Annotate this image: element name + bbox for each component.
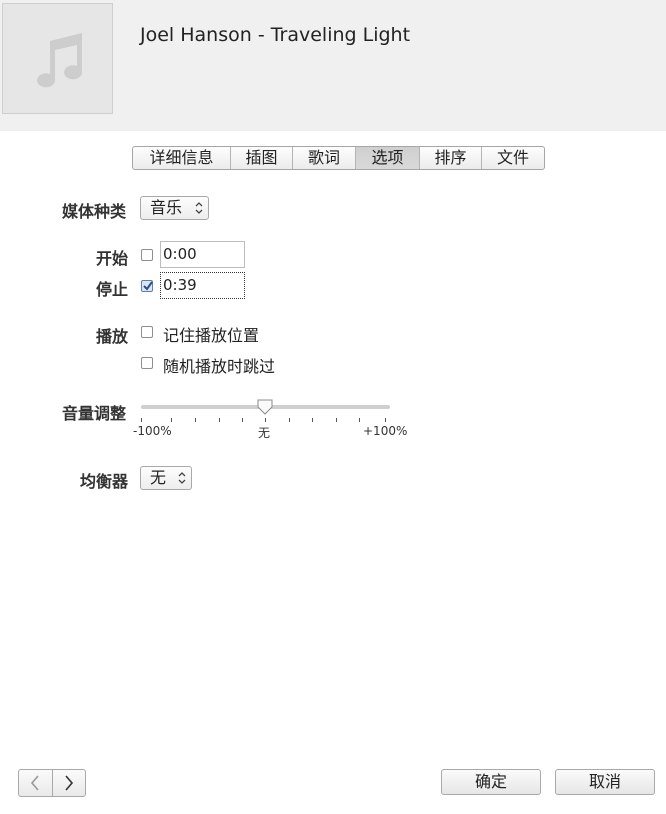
song-title: Joel Hanson - Traveling Light <box>140 24 411 46</box>
volume-tick <box>171 418 172 422</box>
music-note-icon <box>37 33 82 88</box>
updown-chevron-icon <box>178 472 186 484</box>
tab-artwork[interactable]: 插图 <box>230 147 292 169</box>
ok-button[interactable]: 确定 <box>441 769 541 795</box>
equalizer-value: 无 <box>150 468 167 487</box>
media-kind-value: 音乐 <box>150 198 183 217</box>
header: Joel Hanson - Traveling Light <box>0 0 666 131</box>
updown-chevron-icon <box>195 202 203 214</box>
volume-adjust-label: 音量调整 <box>62 404 127 423</box>
checkmark-icon <box>143 281 153 291</box>
previous-button[interactable] <box>19 770 52 796</box>
tab-sorting[interactable]: 排序 <box>419 147 481 169</box>
volume-max-label: +100% <box>363 424 408 438</box>
next-button[interactable] <box>52 770 85 796</box>
cancel-button[interactable]: 取消 <box>555 769 655 795</box>
volume-tick <box>312 418 313 422</box>
volume-slider-thumb[interactable] <box>257 399 273 415</box>
start-time-input[interactable]: 0:00 <box>160 241 245 268</box>
prev-next-group <box>18 769 86 797</box>
start-label: 开始 <box>96 249 129 268</box>
stop-checkbox[interactable] <box>141 280 153 292</box>
playback-label: 播放 <box>96 327 129 346</box>
skip-shuffle-label[interactable]: 随机播放时跳过 <box>163 353 275 377</box>
chevron-left-icon <box>30 775 39 791</box>
song-info-dialog: Joel Hanson - Traveling Light 详细信息 插图 歌词… <box>0 0 666 814</box>
tab-details[interactable]: 详细信息 <box>133 147 230 169</box>
tab-options[interactable]: 选项 <box>355 147 419 169</box>
volume-tick <box>219 418 220 422</box>
equalizer-select[interactable]: 无 <box>140 466 192 490</box>
volume-tick <box>385 418 386 422</box>
volume-mid-label: 无 <box>258 426 271 440</box>
tab-lyrics[interactable]: 歌词 <box>292 147 355 169</box>
remember-position-checkbox[interactable] <box>141 326 153 338</box>
tab-file[interactable]: 文件 <box>481 147 544 169</box>
skip-shuffle-checkbox[interactable] <box>141 357 153 369</box>
volume-tick <box>242 418 243 422</box>
volume-tick <box>336 418 337 422</box>
media-kind-select[interactable]: 音乐 <box>140 196 209 220</box>
tab-bar: 详细信息 插图 歌词 选项 排序 文件 <box>132 146 545 170</box>
volume-tick <box>265 418 266 422</box>
volume-tick <box>141 418 142 422</box>
media-kind-label: 媒体种类 <box>62 202 127 221</box>
remember-position-label[interactable]: 记住播放位置 <box>163 322 259 346</box>
chevron-right-icon <box>65 775 74 791</box>
volume-min-label: -100% <box>133 424 172 438</box>
stop-label: 停止 <box>96 280 129 299</box>
start-checkbox[interactable] <box>141 249 153 261</box>
album-artwork <box>2 3 113 114</box>
volume-tick <box>195 418 196 422</box>
equalizer-label: 均衡器 <box>80 472 129 491</box>
volume-tick <box>289 418 290 422</box>
stop-time-input[interactable]: 0:39 <box>160 272 245 299</box>
volume-tick <box>359 418 360 422</box>
